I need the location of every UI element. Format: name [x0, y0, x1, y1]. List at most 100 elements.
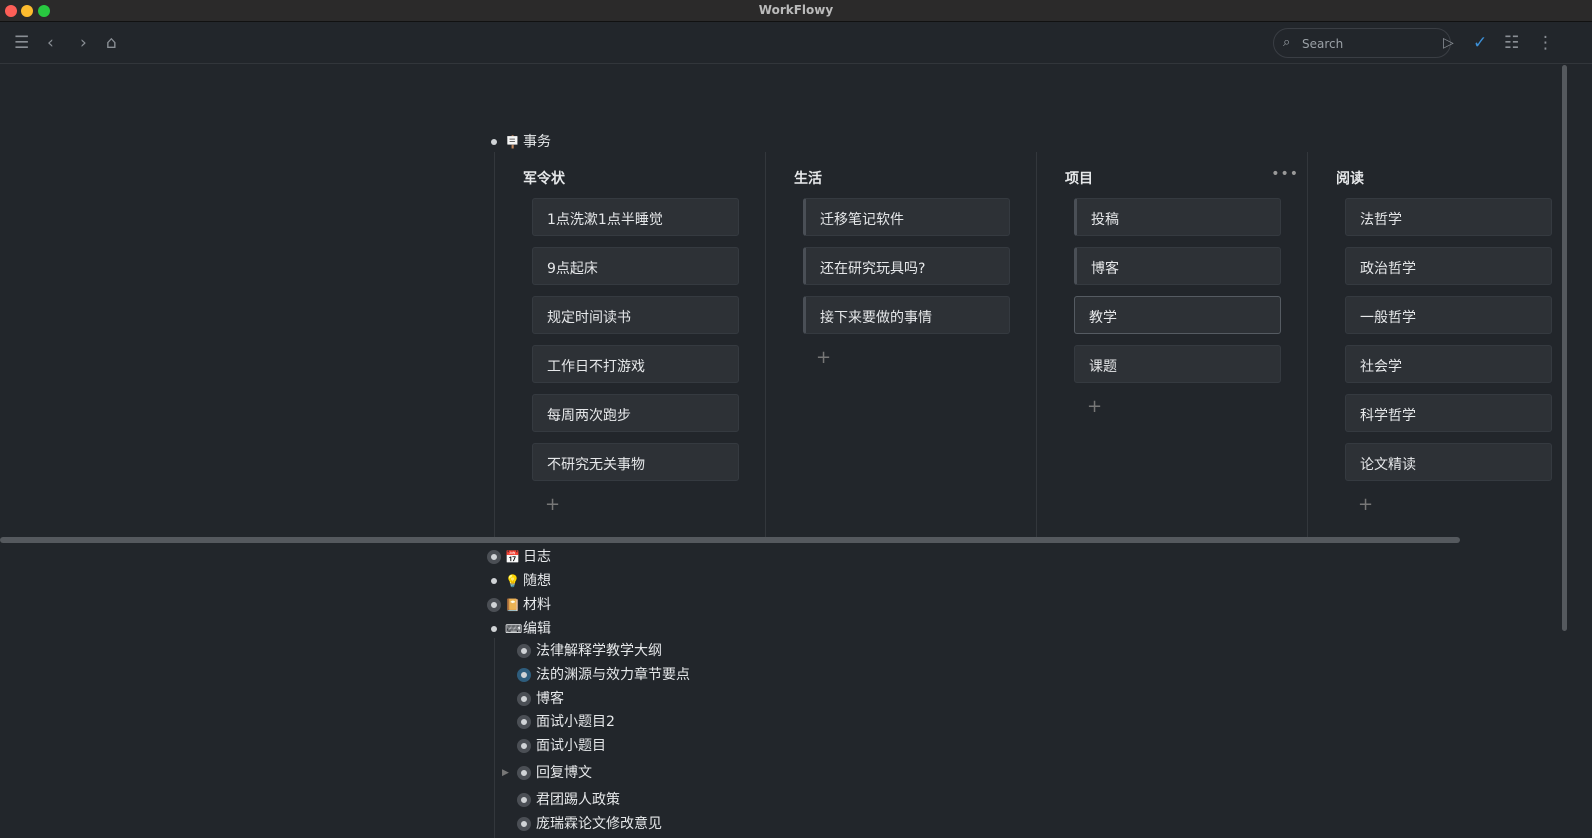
tree-item-label: 随想: [523, 573, 551, 589]
tree-item-label: 日志: [523, 549, 551, 565]
card-label: 不研究无关事物: [547, 457, 645, 473]
card-label: 规定时间读书: [547, 310, 631, 326]
collapsed-bullet[interactable]: [487, 598, 501, 612]
board-card[interactable]: 社会学: [1345, 345, 1552, 383]
board-column: 军令状 1点洗漱1点半睡觉 9点起床规定时间读书 工作日不打游戏 每周两次跑步 不研究无关…: [494, 152, 765, 538]
search-input[interactable]: ⌕ Search: [1273, 28, 1451, 58]
item-icon: 📔: [505, 598, 520, 612]
card-label: 工作日不打游戏: [547, 359, 645, 375]
child-item[interactable]: ▶ 回复博文: [502, 763, 816, 783]
search-placeholder: Search: [1302, 37, 1344, 51]
board-card[interactable]: 迁移笔记软件: [803, 198, 1010, 236]
column-title[interactable]: 阅读: [1336, 168, 1364, 188]
add-card-button[interactable]: +: [1358, 494, 1373, 515]
board-card[interactable]: 一般哲学: [1345, 296, 1552, 334]
column-more-icon[interactable]: •••: [1271, 166, 1299, 182]
child-item[interactable]: 君团踢人政策: [516, 790, 816, 810]
child-item-label: 君团踢人政策: [536, 792, 620, 808]
collapsed-bullet[interactable]: [517, 715, 531, 729]
card-label: 政治哲学: [1360, 261, 1416, 277]
board-card[interactable]: 1点洗漱1点半睡觉: [532, 198, 739, 236]
vertical-scrollbar[interactable]: [1562, 65, 1567, 631]
add-card-button[interactable]: +: [1087, 396, 1102, 417]
bullet[interactable]: [491, 578, 497, 584]
board-card[interactable]: 投稿: [1074, 198, 1281, 236]
card-label: 论文精读: [1360, 457, 1416, 473]
column-title[interactable]: 生活: [794, 168, 822, 188]
tree-item[interactable]: 💡 随想: [486, 571, 786, 591]
board-card[interactable]: 法哲学: [1345, 198, 1552, 236]
child-item-label: 博客: [536, 691, 564, 707]
child-item[interactable]: 法的渊源与效力章节要点: [516, 665, 816, 685]
add-card-button[interactable]: +: [816, 347, 831, 368]
child-item-label: 面试小题目: [536, 738, 606, 754]
forward-icon[interactable]: ›: [80, 33, 87, 53]
card-label: 社会学: [1360, 359, 1402, 375]
column-title[interactable]: 军令状: [523, 168, 565, 188]
card-label: 还在研究玩具吗?: [820, 261, 926, 277]
back-icon[interactable]: ‹: [47, 33, 54, 53]
card-label: 接下来要做的事情: [820, 310, 932, 326]
list-icon[interactable]: ☷: [1504, 33, 1519, 53]
board-title[interactable]: 事务: [523, 132, 551, 152]
child-item-label: 庞瑞霖论文修改意见: [536, 816, 662, 832]
window-title: WorkFlowy: [758, 3, 834, 17]
collapsed-bullet[interactable]: [517, 793, 531, 807]
collapsed-bullet[interactable]: [517, 692, 531, 706]
board-column: 生活迁移笔记软件还在研究玩具吗? 接下来要做的事情 +: [765, 152, 1036, 538]
child-item[interactable]: 庞瑞霖论文修改意见: [516, 814, 816, 834]
card-label: 9点起床: [547, 261, 598, 277]
board-card[interactable]: 工作日不打游戏: [532, 345, 739, 383]
search-icon: ⌕: [1283, 35, 1291, 50]
card-label: 课题: [1089, 359, 1117, 375]
tree-item[interactable]: ⌨ 编辑: [486, 619, 786, 639]
board-card[interactable]: 还在研究玩具吗?: [803, 247, 1010, 285]
card-label: 迁移笔记软件: [820, 212, 904, 228]
board-card[interactable]: 9点起床: [532, 247, 739, 285]
board-column: 阅读法哲学政治哲学一般哲学社会学科学哲学论文精读 +: [1307, 152, 1578, 538]
collapsed-bullet[interactable]: [517, 739, 531, 753]
child-item[interactable]: 博客: [516, 689, 816, 709]
menu-icon[interactable]: ☰: [14, 33, 29, 53]
board-column: 项目 ••• 投稿博客教学课题 +: [1036, 152, 1307, 538]
collapsed-bullet[interactable]: [517, 668, 531, 682]
board-card[interactable]: 接下来要做的事情: [803, 296, 1010, 334]
home-icon[interactable]: ⌂: [106, 33, 117, 53]
sign-icon: 🪧: [505, 135, 520, 149]
board-card[interactable]: 科学哲学: [1345, 394, 1552, 432]
more-icon[interactable]: ⋮: [1537, 33, 1554, 53]
board-card[interactable]: 每周两次跑步: [532, 394, 739, 432]
collapsed-bullet[interactable]: [517, 644, 531, 658]
add-card-button[interactable]: +: [545, 494, 560, 515]
column-title[interactable]: 项目: [1065, 168, 1093, 188]
board-card[interactable]: 规定时间读书: [532, 296, 739, 334]
board-card[interactable]: 博客: [1074, 247, 1281, 285]
collapsed-bullet[interactable]: [517, 766, 531, 780]
card-label: 法哲学: [1360, 212, 1402, 228]
card-label: 教学: [1089, 310, 1117, 326]
child-item-label: 面试小题目2: [536, 714, 615, 730]
board-card[interactable]: 教学: [1074, 296, 1281, 334]
bullet[interactable]: [491, 139, 497, 145]
board-card[interactable]: 不研究无关事物: [532, 443, 739, 481]
collapsed-bullet[interactable]: [517, 817, 531, 831]
board-card[interactable]: 课题: [1074, 345, 1281, 383]
expand-arrow-icon[interactable]: ▶: [502, 763, 509, 783]
child-item[interactable]: 面试小题目: [516, 736, 816, 756]
horizontal-scrollbar[interactable]: [0, 537, 1460, 543]
collapsed-bullet[interactable]: [487, 550, 501, 564]
child-item[interactable]: 面试小题目2: [516, 712, 816, 732]
bullet[interactable]: [491, 626, 497, 632]
child-item-label: 法的渊源与效力章节要点: [536, 667, 690, 683]
child-item[interactable]: 法律解释学教学大纲: [516, 641, 816, 661]
tree-item[interactable]: 📅 日志: [486, 547, 786, 567]
board-card[interactable]: 政治哲学: [1345, 247, 1552, 285]
child-item-label: 法律解释学教学大纲: [536, 643, 662, 659]
check-icon[interactable]: ✓: [1473, 33, 1487, 53]
card-label: 每周两次跑步: [547, 408, 631, 424]
card-label: 一般哲学: [1360, 310, 1416, 326]
play-icon[interactable]: ▷: [1443, 33, 1454, 53]
board-card[interactable]: 论文精读: [1345, 443, 1552, 481]
tree-item[interactable]: 📔 材料: [486, 595, 786, 615]
child-item-label: 回复博文: [536, 765, 592, 781]
